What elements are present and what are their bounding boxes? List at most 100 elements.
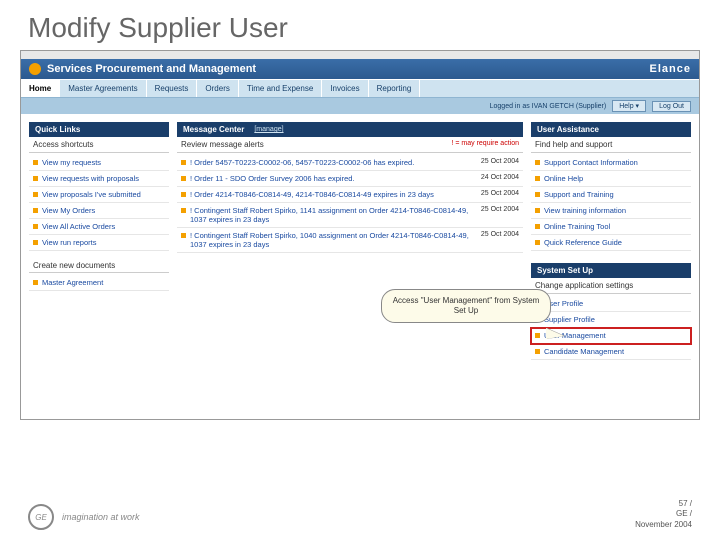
list-item[interactable]: View training information — [531, 203, 691, 219]
nav-tab-time-and-expense[interactable]: Time and Expense — [239, 80, 322, 97]
bullet-icon — [535, 176, 540, 181]
list-item-date: 25 Oct 2004 — [481, 190, 519, 197]
bullet-icon — [181, 160, 186, 165]
nav-tab-invoices[interactable]: Invoices — [322, 80, 368, 97]
list-item-label: ! Contingent Staff Robert Spirko, 1141 a… — [190, 206, 477, 224]
footer-right: 57 / GE / November 2004 — [635, 499, 692, 530]
list-item[interactable]: Candidate Management — [531, 344, 691, 360]
nav-tab-requests[interactable]: Requests — [147, 80, 198, 97]
list-item-label: View run reports — [42, 238, 165, 247]
list-item-date: 25 Oct 2004 — [481, 158, 519, 165]
user-bar: Logged in as IVAN GETCH (Supplier) Help … — [21, 98, 699, 114]
message-center-title: Message Center — [183, 125, 244, 134]
ge-logo-icon: GE — [28, 504, 54, 530]
callout-tail-icon — [546, 328, 564, 339]
list-item[interactable]: Online Training Tool — [531, 219, 691, 235]
message-sub-text: Review message alerts — [181, 140, 264, 149]
bullet-icon — [181, 208, 186, 213]
list-item-label: Supplier Profile — [544, 315, 687, 324]
callout-text: Access "User Management" from System Set… — [393, 296, 540, 315]
message-center-panel: Message Center [manage] Review message a… — [177, 122, 523, 255]
list-item[interactable]: View proposals I've submitted — [29, 187, 169, 203]
bullet-icon — [33, 208, 38, 213]
require-action-note: ! = may require action — [451, 140, 519, 149]
list-item[interactable]: Supplier Profile — [531, 312, 691, 328]
list-item-label: Candidate Management — [544, 347, 687, 356]
list-item[interactable]: View my requests — [29, 155, 169, 171]
list-item[interactable]: ! Order 5457-T0223-C0002-06, 5457-T0223-… — [177, 155, 523, 171]
bullet-icon — [535, 224, 540, 229]
list-item-date: 25 Oct 2004 — [481, 206, 519, 213]
callout: Access "User Management" from System Set… — [381, 289, 551, 351]
list-item[interactable]: View requests with proposals — [29, 171, 169, 187]
list-item[interactable]: Support and Training — [531, 187, 691, 203]
logout-button[interactable]: Log Out — [652, 101, 691, 112]
quick-links-list: View my requestsView requests with propo… — [29, 153, 169, 253]
bullet-icon — [33, 240, 38, 245]
list-item[interactable]: ! Contingent Staff Robert Spirko, 1141 a… — [177, 203, 523, 228]
quick-links-panel: Quick Links Access shortcuts View my req… — [29, 122, 169, 293]
quick-links-sub: Access shortcuts — [29, 137, 169, 153]
list-item[interactable]: User Profile — [531, 296, 691, 312]
list-item[interactable]: ! Order 4214-T0846-C0814-49, 4214-T0846-… — [177, 187, 523, 203]
window-titlebar — [21, 51, 699, 59]
message-list: ! Order 5457-T0223-C0002-06, 5457-T0223-… — [177, 153, 523, 255]
brand-logo-icon — [29, 63, 41, 75]
list-item-label: Quick Reference Guide — [544, 238, 687, 247]
list-item[interactable]: View My Orders — [29, 203, 169, 219]
list-item-label: Online Training Tool — [544, 222, 687, 231]
bullet-icon — [181, 233, 186, 238]
list-item-date: 24 Oct 2004 — [481, 174, 519, 181]
list-item[interactable]: Master Agreement — [29, 275, 169, 291]
quick-links-header: Quick Links — [29, 122, 169, 137]
system-setup-sub: Change application settings — [531, 278, 691, 294]
list-item-label: ! Contingent Staff Robert Spirko, 1040 a… — [190, 231, 477, 249]
page-number: 57 / — [635, 499, 692, 509]
nav-tab-orders[interactable]: Orders — [197, 80, 238, 97]
manage-link[interactable]: [manage] — [254, 126, 283, 133]
org-label: GE / — [635, 509, 692, 519]
create-docs-list: Master Agreement — [29, 273, 169, 293]
list-item-label: Support and Training — [544, 190, 687, 199]
footer-left: GE imagination at work — [28, 504, 140, 530]
help-dropdown[interactable]: Help ▾ — [612, 100, 646, 112]
message-center-sub: Review message alerts ! = may require ac… — [177, 137, 523, 153]
list-item[interactable]: View run reports — [29, 235, 169, 251]
list-item[interactable]: Support Contact Information — [531, 155, 691, 171]
bullet-icon — [535, 208, 540, 213]
bullet-icon — [181, 192, 186, 197]
list-item-label: ! Order 4214-T0846-C0814-49, 4214-T0846-… — [190, 190, 477, 199]
list-item-label: User Profile — [544, 299, 687, 308]
list-item[interactable]: View All Active Orders — [29, 219, 169, 235]
list-item[interactable]: Online Help — [531, 171, 691, 187]
bullet-icon — [535, 192, 540, 197]
bullet-icon — [535, 160, 540, 165]
system-setup-panel: System Set Up Change application setting… — [531, 263, 691, 362]
vendor-label: Elance — [650, 63, 691, 75]
nav-tab-reporting[interactable]: Reporting — [369, 80, 421, 97]
user-assistance-header: User Assistance — [531, 122, 691, 137]
list-item[interactable]: ! Contingent Staff Robert Spirko, 1040 a… — [177, 228, 523, 253]
list-item-label: ! Order 11 - SDO Order Survey 2006 has e… — [190, 174, 477, 183]
left-column: Quick Links Access shortcuts View my req… — [29, 122, 169, 372]
bullet-icon — [33, 192, 38, 197]
slide-footer: GE imagination at work 57 / GE / Novembe… — [0, 499, 720, 530]
main-nav: HomeMaster AgreementsRequestsOrdersTime … — [21, 79, 699, 98]
bullet-icon — [33, 224, 38, 229]
list-item-label: View proposals I've submitted — [42, 190, 165, 199]
brand-bar: Services Procurement and Management Elan… — [21, 59, 699, 79]
user-assistance-panel: User Assistance Find help and support Su… — [531, 122, 691, 253]
list-item-label: View training information — [544, 206, 687, 215]
list-item-label: Online Help — [544, 174, 687, 183]
list-item[interactable]: ! Order 11 - SDO Order Survey 2006 has e… — [177, 171, 523, 187]
bullet-icon — [535, 240, 540, 245]
list-item[interactable]: Quick Reference Guide — [531, 235, 691, 251]
bullet-icon — [181, 176, 186, 181]
create-docs-sub: Create new documents — [29, 259, 169, 273]
logged-in-label: Logged in as IVAN GETCH (Supplier) — [490, 103, 607, 110]
nav-tab-home[interactable]: Home — [21, 80, 60, 97]
callout-bubble: Access "User Management" from System Set… — [381, 289, 551, 323]
list-item-label: Master Agreement — [42, 278, 165, 287]
nav-tab-master-agreements[interactable]: Master Agreements — [60, 80, 146, 97]
app-window: Services Procurement and Management Elan… — [20, 50, 700, 420]
